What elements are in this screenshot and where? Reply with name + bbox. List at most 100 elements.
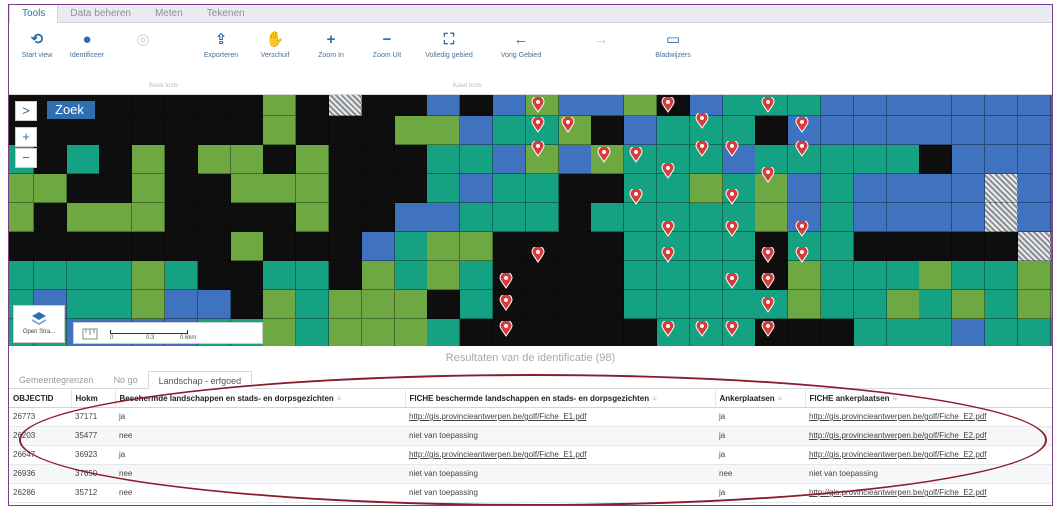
pan-button[interactable]: ✋ Verschuif [247, 29, 303, 59]
map-marker-icon[interactable] [761, 247, 775, 263]
map-marker-icon[interactable] [725, 321, 739, 337]
map-tile [624, 95, 658, 116]
map-marker-icon[interactable] [499, 321, 513, 337]
table-row[interactable]: 26203 35477 nee niet van toepassing ja h… [9, 426, 1052, 446]
zoom-in-button[interactable]: + Zoom In [303, 29, 359, 60]
previous-extent-icon: ← [513, 30, 529, 48]
map-tile [263, 319, 297, 346]
previous-extent-button[interactable]: ← Vorig Gebied [493, 29, 549, 60]
zoom-in-map-button[interactable]: + [15, 127, 37, 147]
export-button[interactable]: ⇪ Exporteren [193, 29, 249, 59]
basemap-switcher[interactable]: Open Stra... [13, 305, 65, 343]
map-marker-icon[interactable] [795, 141, 809, 157]
map-marker-icon[interactable] [597, 147, 611, 163]
cell-objectid: 26936 [9, 464, 71, 484]
map-marker-icon[interactable] [761, 167, 775, 183]
start-view-button[interactable]: ⟲ Start view [9, 29, 65, 59]
map-marker-icon[interactable] [761, 297, 775, 313]
sort-icon[interactable]: ≡ [778, 394, 783, 403]
bookmarks-button[interactable]: ▭ Bladwijzers [645, 29, 701, 59]
export-label: Exporteren [203, 52, 239, 59]
map-marker-icon[interactable] [661, 247, 675, 263]
cell-fiche-ankerplaatsen-link[interactable]: http://gis.provincieantwerpen.be/golf/Fi… [805, 445, 1052, 465]
search-button[interactable]: Zoek [47, 101, 95, 119]
map-marker-icon[interactable] [531, 97, 545, 113]
map-marker-icon[interactable] [629, 147, 643, 163]
sort-icon[interactable]: ≡ [893, 394, 898, 403]
map-marker-icon[interactable] [795, 117, 809, 133]
table-row[interactable]: 26773 37171 ja http://gis.provincieantwe… [9, 407, 1052, 427]
map-marker-icon[interactable] [561, 117, 575, 133]
identify-label: Identificeer [69, 52, 105, 59]
cell-fiche-link[interactable]: http://gis.provincieantwerpen.be/golf/Fi… [405, 407, 715, 427]
cell-beschermde: ja [115, 407, 405, 427]
tab-tools[interactable]: Tools [9, 5, 59, 23]
map-tile [132, 95, 166, 116]
table-row[interactable]: 26647 36923 ja http://gis.provincieantwe… [9, 445, 1052, 465]
tab-meten[interactable]: Meten [143, 5, 195, 23]
map-marker-icon[interactable] [761, 321, 775, 337]
map-marker-icon[interactable] [695, 321, 709, 337]
map-view[interactable]: > Zoek + − Open Stra... 0 0.3 0.6km [9, 95, 1052, 346]
full-extent-button[interactable]: ⛶ Volledig gebied [421, 29, 477, 60]
map-tile [394, 261, 428, 290]
table-row[interactable]: 26286 35712 nee niet van toepassing ja h… [9, 483, 1052, 503]
zoom-out-button[interactable]: − Zoom Uit [359, 29, 415, 60]
map-marker-icon[interactable] [795, 221, 809, 237]
tab-landschap-erfgoed[interactable]: Landschap - erfgoed [147, 371, 253, 389]
map-marker-icon[interactable] [661, 97, 675, 113]
map-marker-icon[interactable] [629, 189, 643, 205]
map-marker-icon[interactable] [695, 141, 709, 157]
map-tile [853, 232, 887, 261]
map-tile [1050, 232, 1052, 261]
map-tile [1017, 290, 1051, 319]
map-marker-icon[interactable] [725, 141, 739, 157]
column-header-objectid[interactable]: OBJECTID [9, 390, 72, 408]
results-title: Resultaten van de identificatie (98) [9, 346, 1052, 371]
sort-icon[interactable]: ≡ [337, 394, 342, 403]
map-tile [460, 203, 494, 232]
map-marker-icon[interactable] [725, 221, 739, 237]
expand-panel-button[interactable]: > [15, 101, 37, 121]
tab-data-beheren[interactable]: Data beheren [58, 5, 143, 23]
column-header-fiche-ankerplaatsen[interactable]: FICHE ankerplaatsen ≡ [805, 390, 1052, 408]
map-marker-icon[interactable] [761, 97, 775, 113]
map-marker-icon[interactable] [531, 117, 545, 133]
sort-icon[interactable]: ≡ [652, 394, 657, 403]
map-marker-icon[interactable] [725, 273, 739, 289]
map-marker-icon[interactable] [499, 273, 513, 289]
table-row[interactable]: 26936 37650 nee niet van toepassing nee … [9, 464, 1052, 484]
column-header-beschermde[interactable]: Beschermde landschappen en stads- en dor… [115, 390, 406, 408]
tab-gemeentegrenzen[interactable]: Gemeentegrenzen [9, 371, 104, 389]
ribbon-tab-bar: Tools Data beheren Meten Tekenen [9, 5, 1052, 23]
map-marker-icon[interactable] [499, 295, 513, 311]
cell-fiche-ankerplaatsen-link[interactable]: http://gis.provincieantwerpen.be/golf/Fi… [805, 426, 1052, 446]
map-tile [821, 116, 854, 145]
map-marker-icon[interactable] [661, 321, 675, 337]
map-tile [919, 145, 953, 174]
cell-fiche-ankerplaatsen-link[interactable]: http://gis.provincieantwerpen.be/golf/Fi… [805, 483, 1052, 503]
map-marker-icon[interactable] [795, 247, 809, 263]
column-header-fiche-beschermde[interactable]: FICHE beschermde landschappen en stads- … [405, 390, 716, 408]
map-tile [722, 290, 756, 319]
map-tile [821, 203, 854, 232]
tab-tekenen[interactable]: Tekenen [195, 5, 257, 23]
map-tile [525, 290, 559, 319]
map-marker-icon[interactable] [725, 189, 739, 205]
map-marker-icon[interactable] [531, 247, 545, 263]
map-marker-icon[interactable] [661, 221, 675, 237]
map-marker-icon[interactable] [695, 113, 709, 129]
cell-fiche-link[interactable]: http://gis.provincieantwerpen.be/golf/Fi… [405, 445, 715, 465]
map-tile [329, 174, 362, 203]
zoom-out-map-button[interactable]: − [15, 148, 37, 168]
tab-no-go[interactable]: No go [104, 371, 148, 389]
start-view-label: Start view [21, 52, 53, 59]
map-marker-icon[interactable] [761, 273, 775, 289]
map-marker-icon[interactable] [661, 163, 675, 179]
column-header-ankerplaatsen[interactable]: Ankerplaatsen ≡ [715, 390, 806, 408]
identify-button[interactable]: ● Identificeer [59, 29, 115, 60]
cell-fiche-ankerplaatsen-link[interactable]: http://gis.provincieantwerpen.be/golf/Fi… [805, 407, 1052, 427]
column-header-hokm[interactable]: Hokm [71, 390, 116, 408]
map-marker-icon[interactable] [531, 141, 545, 157]
map-tile [99, 116, 133, 145]
